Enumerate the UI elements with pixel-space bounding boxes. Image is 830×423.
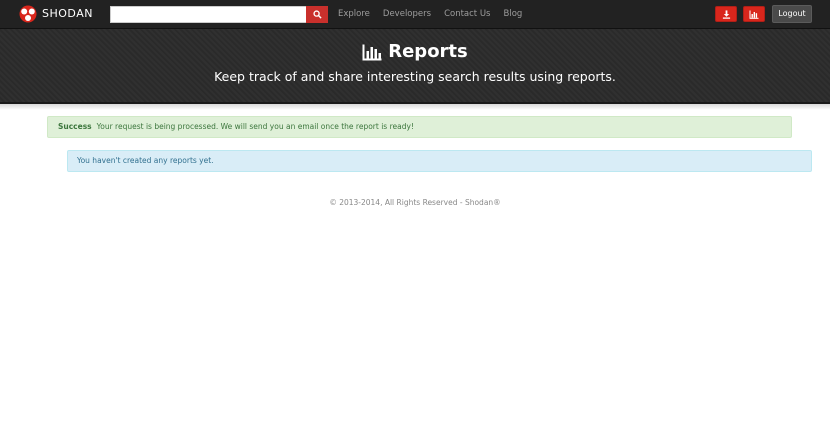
page-title: Reports	[0, 41, 830, 63]
info-alert: You haven't created any reports yet.	[67, 150, 812, 172]
page-title-text: Reports	[388, 41, 468, 62]
shodan-logo-icon	[19, 5, 37, 23]
shodan-logo[interactable]: SHODAN	[18, 5, 93, 23]
page-subtitle: Keep track of and share interesting sear…	[214, 69, 616, 84]
search-input[interactable]	[110, 6, 306, 23]
success-alert-message: Your request is being processed. We will…	[96, 122, 414, 131]
page-header-banner: Reports Keep track of and share interest…	[0, 29, 830, 104]
download-icon	[722, 9, 730, 19]
bar-chart-icon	[362, 44, 382, 60]
nav-link-contact-us[interactable]: Contact Us	[444, 9, 490, 19]
footer-copyright: © 2013-2014, All Rights Reserved - Shoda…	[329, 198, 501, 207]
success-alert-label: Success	[58, 122, 92, 131]
nav-link-blog[interactable]: Blog	[504, 9, 523, 19]
logout-button[interactable]: Logout	[772, 5, 812, 23]
nav-link-developers[interactable]: Developers	[383, 9, 431, 19]
top-navbar: SHODAN Explore Developers Contact Us Blo…	[0, 0, 830, 29]
nav-links: Explore Developers Contact Us Blog	[338, 0, 535, 28]
brand-name: SHODAN	[42, 7, 93, 20]
info-alert-message: You haven't created any reports yet.	[77, 156, 214, 165]
search-icon	[312, 10, 322, 19]
bar-chart-icon	[749, 10, 759, 19]
download-button[interactable]	[715, 6, 737, 22]
search-bar	[110, 6, 328, 23]
nav-link-explore[interactable]: Explore	[338, 9, 370, 19]
banner-shadow	[0, 104, 830, 110]
reports-button[interactable]	[743, 6, 765, 22]
success-alert: Success Your request is being processed. …	[47, 116, 792, 138]
search-button[interactable]	[306, 6, 328, 23]
